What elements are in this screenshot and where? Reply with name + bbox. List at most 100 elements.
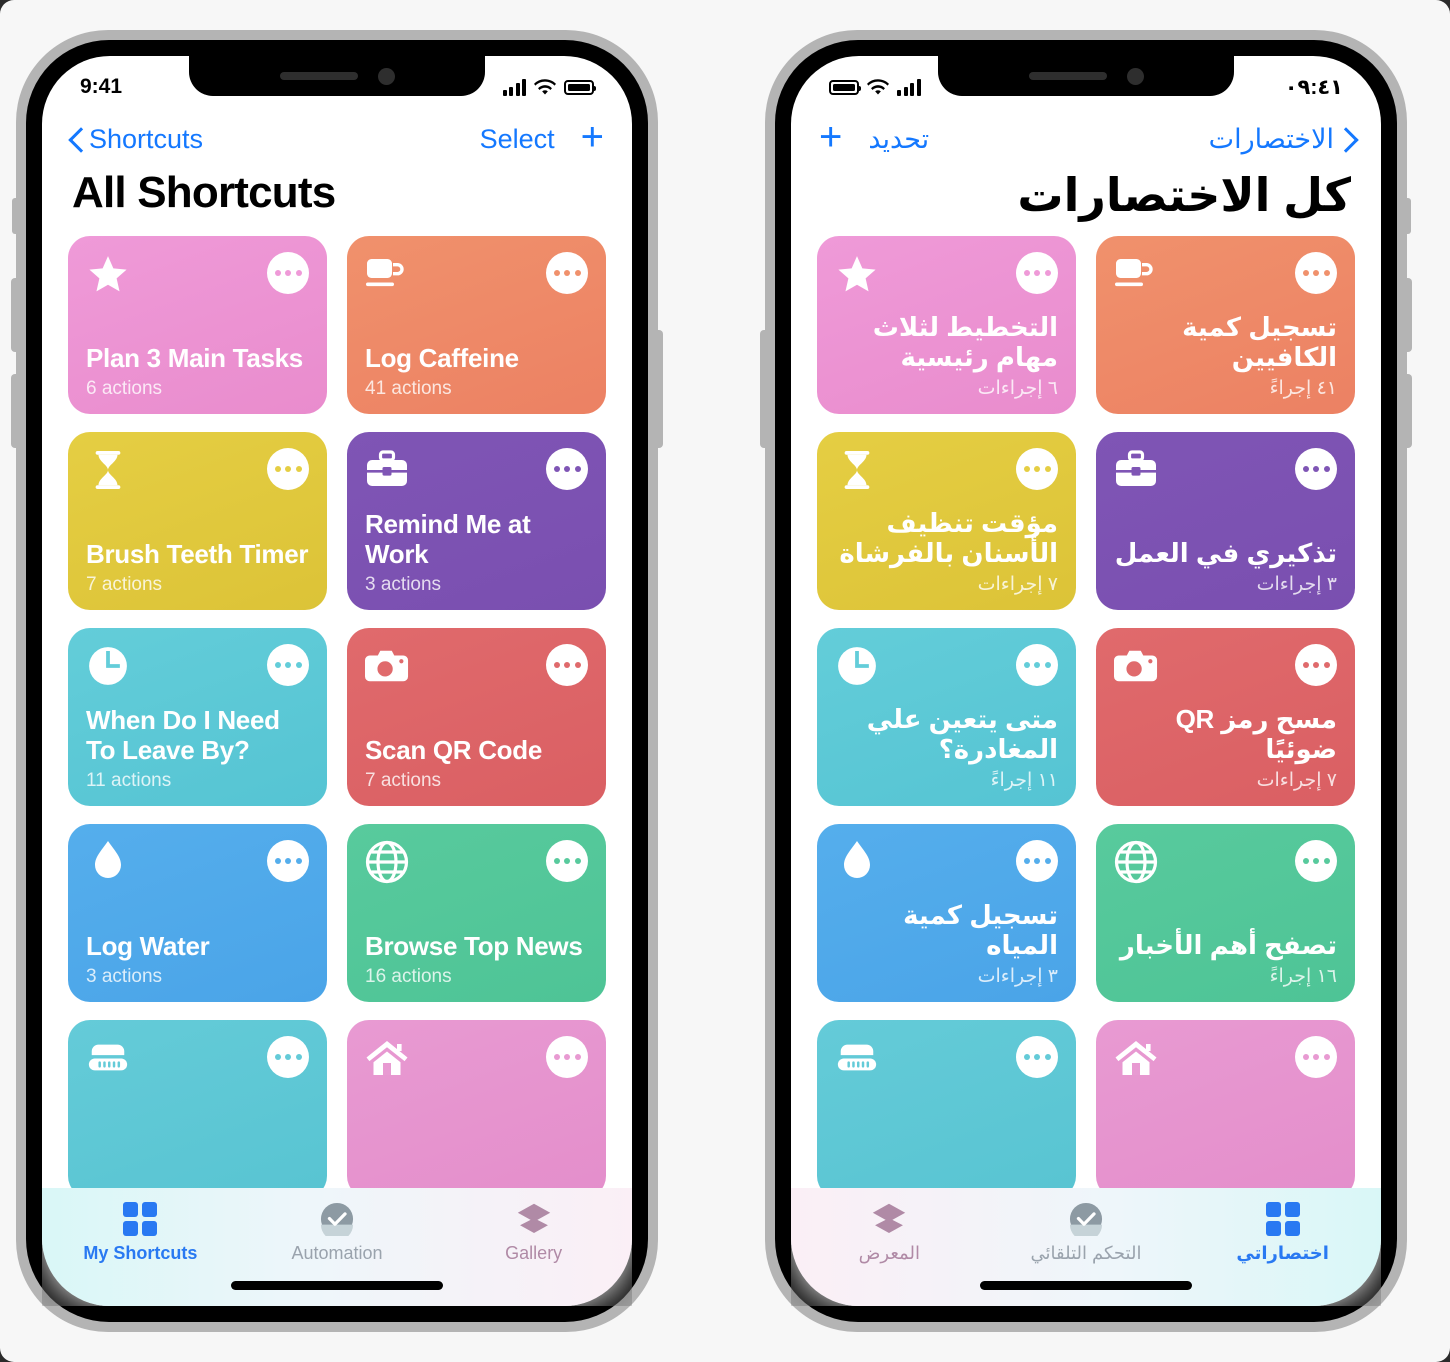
tab-grid[interactable]: اختصاراتي	[1184, 1202, 1381, 1264]
back-button-ar[interactable]: الاختصارات	[1209, 124, 1353, 155]
shortcut-card[interactable]	[1096, 1020, 1355, 1198]
tab-layers[interactable]: Gallery	[435, 1202, 632, 1264]
card-text	[1114, 1179, 1337, 1184]
card-text	[86, 1179, 309, 1184]
power-button-ar[interactable]	[760, 330, 767, 448]
battery-icon	[564, 79, 596, 95]
shortcut-card[interactable]: Plan 3 Main Tasks 6 actions	[68, 236, 327, 414]
mute-switch-ar[interactable]	[1405, 198, 1411, 234]
card-more-button[interactable]	[546, 644, 588, 686]
card-more-button[interactable]	[267, 644, 309, 686]
card-more-button[interactable]	[1295, 448, 1337, 490]
notch	[189, 56, 485, 96]
shortcut-card[interactable]: التخطيط لثلاث مهام رئيسية ٦ إجراءات	[817, 236, 1076, 414]
tab-automation[interactable]: Automation	[239, 1202, 436, 1264]
droplet-icon	[835, 840, 879, 884]
shortcut-card[interactable]: متى يتعين علي المغادرة؟ ١١ إجراءً	[817, 628, 1076, 806]
shortcut-card[interactable]: Remind Me at Work 3 actions	[347, 432, 606, 610]
volume-up-button-ar[interactable]	[1405, 278, 1412, 352]
card-title: Browse Top News	[365, 930, 583, 961]
card-more-button[interactable]	[267, 1036, 309, 1078]
card-text: Plan 3 Main Tasks 6 actions	[86, 343, 309, 400]
shortcut-card[interactable]: تسجيل كمية الكافيين ٤١ إجراءً	[1096, 236, 1355, 414]
card-header	[1114, 840, 1337, 884]
card-more-button[interactable]	[1295, 840, 1337, 882]
shortcut-card[interactable]: مسح رمز QR ضوئيًا ٧ إجراءات	[1096, 628, 1355, 806]
volume-down-button-ar[interactable]	[1405, 374, 1412, 448]
shortcut-card[interactable]: When Do I Need To Leave By? 11 actions	[68, 628, 327, 806]
shortcut-card[interactable]	[817, 1020, 1076, 1198]
phone-bezel: 9:41 Shortcuts Select + All Shortcuts Pl…	[26, 40, 648, 1322]
card-header	[835, 840, 1058, 884]
back-button-label-ar: الاختصارات	[1208, 123, 1334, 154]
mute-switch[interactable]	[12, 198, 18, 234]
select-button[interactable]: Select	[480, 124, 555, 155]
phone-screen-arabic: ٠٩:٤١ الاختصارات تحديد + كل الاختصارات ت…	[791, 56, 1381, 1306]
card-subtitle: 7 actions	[365, 770, 442, 791]
card-text	[835, 1179, 1058, 1184]
shower-icon	[835, 1036, 879, 1080]
shower-icon	[86, 1036, 130, 1080]
add-shortcut-button-ar[interactable]: +	[819, 117, 842, 157]
tab-label: Gallery	[505, 1243, 563, 1263]
card-header	[365, 840, 588, 884]
card-more-button[interactable]	[1016, 840, 1058, 882]
card-subtitle: 11 actions	[86, 770, 172, 791]
card-text: Browse Top News 16 actions	[365, 931, 588, 988]
shortcut-card[interactable]: Log Water 3 actions	[68, 824, 327, 1002]
tab-automation[interactable]: التحكم التلقائي	[988, 1202, 1185, 1264]
card-more-button[interactable]	[1016, 1036, 1058, 1078]
shortcut-card[interactable]: تسجيل كمية المياه ٣ إجراءات	[817, 824, 1076, 1002]
tab-grid[interactable]: My Shortcuts	[42, 1202, 239, 1264]
card-more-button[interactable]	[1295, 1036, 1337, 1078]
back-button[interactable]: Shortcuts	[70, 124, 203, 155]
card-title: تصفح أهم الأخبار	[1119, 929, 1337, 960]
card-more-button[interactable]	[1295, 252, 1337, 294]
card-more-button[interactable]	[267, 448, 309, 490]
card-header	[1114, 252, 1337, 296]
card-text: Log Water 3 actions	[86, 931, 309, 988]
phone-arabic: ٠٩:٤١ الاختصارات تحديد + كل الاختصارات ت…	[760, 30, 1412, 1332]
card-more-button[interactable]	[267, 252, 309, 294]
add-shortcut-button[interactable]: +	[581, 117, 604, 157]
shortcuts-scroll-area-ar[interactable]: تسجيل كمية الكافيين ٤١ إجراءً التخطيط لثلا…	[791, 236, 1381, 1306]
home-indicator-ar[interactable]	[980, 1281, 1192, 1290]
card-header	[1114, 644, 1337, 688]
card-more-button[interactable]	[1295, 644, 1337, 686]
camera-icon	[1114, 644, 1158, 688]
card-more-button[interactable]	[1016, 448, 1058, 490]
card-more-button[interactable]	[1016, 644, 1058, 686]
volume-up-button[interactable]	[11, 278, 18, 352]
shortcut-card[interactable]	[347, 1020, 606, 1198]
home-indicator[interactable]	[231, 1281, 443, 1290]
card-more-button[interactable]	[267, 840, 309, 882]
shortcut-card[interactable]: Scan QR Code 7 actions	[347, 628, 606, 806]
shortcut-card[interactable]: تصفح أهم الأخبار ١٦ إجراءً	[1096, 824, 1355, 1002]
select-button-ar[interactable]: تحديد	[868, 124, 929, 155]
card-subtitle: 6 actions	[86, 378, 163, 399]
card-more-button[interactable]	[546, 840, 588, 882]
shortcut-card[interactable]	[68, 1020, 327, 1198]
card-more-button[interactable]	[546, 448, 588, 490]
tab-layers[interactable]: المعرض	[791, 1202, 988, 1264]
battery-icon-ar	[829, 79, 861, 95]
card-text: التخطيط لثلاث مهام رئيسية ٦ إجراءات	[835, 312, 1059, 400]
card-more-button[interactable]	[546, 1036, 588, 1078]
chevron-right-icon	[1340, 128, 1353, 150]
volume-down-button[interactable]	[11, 374, 18, 448]
status-time: 9:41	[80, 75, 123, 98]
card-more-button[interactable]	[546, 252, 588, 294]
shortcuts-scroll-area[interactable]: Plan 3 Main Tasks 6 actions Log Caffeine 41…	[42, 236, 632, 1306]
power-button[interactable]	[656, 330, 663, 448]
shortcut-card[interactable]: مؤقت تنظيف الأسنان بالفرشاة ٧ إجراءات	[817, 432, 1076, 610]
shortcuts-grid: Plan 3 Main Tasks 6 actions Log Caffeine 41…	[68, 236, 606, 1198]
status-time-ar: ٠٩:٤١	[1284, 75, 1343, 99]
card-header	[1114, 1036, 1337, 1080]
shortcut-card[interactable]: Brush Teeth Timer 7 actions	[68, 432, 327, 610]
shortcut-card[interactable]: Log Caffeine 41 actions	[347, 236, 606, 414]
briefcase-icon	[1114, 448, 1158, 492]
card-more-button[interactable]	[1016, 252, 1058, 294]
card-subtitle: 7 actions	[86, 574, 163, 595]
shortcut-card[interactable]: Browse Top News 16 actions	[347, 824, 606, 1002]
shortcut-card[interactable]: تذكيري في العمل ٣ إجراءات	[1096, 432, 1355, 610]
